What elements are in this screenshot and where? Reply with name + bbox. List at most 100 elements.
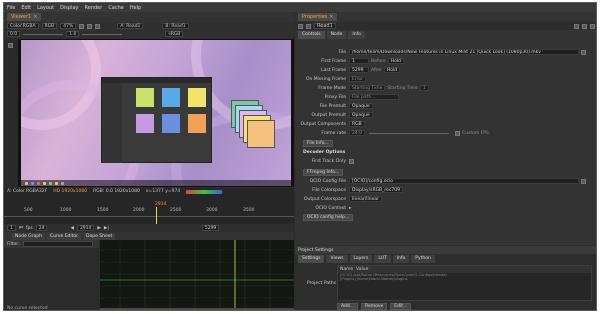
file-info-row: File Info... [295, 139, 596, 147]
viewer-canvas[interactable] [18, 39, 294, 187]
gamma-field[interactable]: 1.0 [66, 31, 80, 37]
input-b-select[interactable]: B: Read1 [162, 23, 189, 29]
frame-rate-field[interactable]: 24.0 [349, 130, 366, 136]
menu-render[interactable]: Render [85, 5, 103, 11]
toolbar-icon[interactable] [8, 43, 13, 48]
ffmpeg-info-row: FFmpeg Info... [295, 168, 596, 176]
colorspace-select[interactable]: RGB [41, 23, 58, 29]
ffmpeg-info-button[interactable]: FFmpeg Info... [303, 168, 344, 176]
tab-python[interactable]: Python [411, 254, 435, 263]
ocio-config-label: OCIO Config File [309, 178, 346, 184]
natron-window: File Edit Layout Display Render Cache He… [3, 2, 597, 311]
menu-file[interactable]: File [7, 5, 15, 11]
frame-mode-select[interactable]: Starting Time [349, 85, 386, 91]
stacked-windows [231, 100, 281, 160]
prev-key-icon[interactable]: ⏮ [19, 225, 23, 231]
tab-lut[interactable]: LUT [374, 254, 391, 263]
before-select[interactable]: Hold [387, 58, 404, 64]
redo-icon[interactable] [582, 23, 587, 29]
output-components-select[interactable]: RGB [349, 121, 365, 127]
close-icon[interactable]: × [329, 14, 333, 20]
gamma-slider[interactable] [82, 33, 123, 35]
zoom-select[interactable]: 47% [60, 23, 77, 29]
filter-input[interactable] [22, 241, 93, 247]
file-premult-row: File Premult Opaque [295, 102, 596, 110]
end-frame-field[interactable]: 5299 [201, 225, 220, 231]
curve-editor-canvas[interactable] [100, 240, 294, 310]
expand-arrow-icon[interactable]: ▸ [349, 206, 351, 211]
starting-time-field[interactable]: 1 [419, 85, 429, 91]
first-track-checkbox[interactable] [349, 158, 354, 164]
proxy-file-field[interactable]: File path... [349, 94, 399, 100]
tab-dope-sheet[interactable]: Dope Sheet [83, 232, 116, 240]
gain-slider[interactable] [23, 33, 64, 35]
menu-cache[interactable]: Cache [108, 5, 124, 11]
curve-filter-pane: Filter: No curve selected [4, 240, 99, 311]
layer-icon[interactable] [79, 23, 85, 29]
folder-icon[interactable] [581, 178, 586, 184]
ocio-help-button[interactable]: OCIO config help... [303, 213, 354, 221]
tab-settings[interactable]: Settings [298, 254, 325, 263]
file-path-field[interactable]: /home/team/Downloads/New Features in Lin… [349, 49, 579, 55]
curve-status: No curve selected [7, 306, 48, 311]
menu-display[interactable]: Display [60, 5, 78, 11]
tab-layers[interactable]: Layers [349, 254, 373, 263]
custom-fps-checkbox[interactable] [455, 130, 461, 136]
frame-rate-slider[interactable] [369, 132, 450, 134]
refresh-icon[interactable] [95, 23, 101, 29]
properties-tab-label: Properties [302, 14, 328, 20]
lut-select[interactable]: sRGB [165, 31, 184, 37]
remove-path-button[interactable]: Remove [361, 303, 388, 310]
edit-path-button[interactable]: Edit... [390, 303, 412, 310]
tab-info[interactable]: Info [348, 30, 365, 39]
current-frame-field[interactable]: 2914 [76, 225, 95, 231]
tab-info[interactable]: Info [392, 254, 410, 263]
next-frame-icon[interactable]: ▶| [104, 226, 109, 231]
undo-icon[interactable] [574, 23, 579, 29]
timeline[interactable]: 2914 500 1000 1500 2000 2500 3000 3500 [4, 202, 294, 224]
tab-node-graph[interactable]: Node Graph [12, 232, 45, 240]
node-name-field[interactable]: Read1 [314, 23, 336, 29]
tab-properties[interactable]: Properties × [298, 13, 338, 21]
play-icon[interactable]: ▶ [97, 226, 100, 231]
project-paths-table[interactable]: Name Value [OCIO] /opt/Natron/Resources/… [337, 265, 592, 301]
file-premult-select[interactable]: Opaque [349, 103, 373, 109]
channel-select[interactable]: Color.RGBA [7, 23, 39, 29]
after-select[interactable]: Hold [383, 67, 401, 73]
ocio-config-field[interactable]: [OCIO]/config.ocio [349, 178, 579, 184]
close-icon[interactable]: × [33, 14, 37, 20]
first-frame-field[interactable]: 1 [349, 58, 369, 64]
fps-field[interactable]: 24 [35, 225, 48, 231]
step-back-icon[interactable]: ◀ [70, 226, 73, 231]
tab-node[interactable]: Node [326, 30, 347, 39]
table-row[interactable]: [Plugins] /home/team/.Natron/plugins [338, 277, 591, 281]
tab-viewer1[interactable]: Viewer1 × [7, 13, 42, 21]
playback-controls: 1 ⏮ fps 24 ◀ 2914 ▶ ▶| 5299 [4, 224, 294, 232]
decoder-options-heading: Decoder Options [303, 149, 346, 155]
playhead[interactable] [156, 207, 157, 224]
file-info-button[interactable]: File Info... [303, 139, 333, 147]
node-icon[interactable] [298, 23, 303, 29]
last-frame-field[interactable]: 5299 [349, 67, 369, 73]
tab-controls[interactable]: Controls [298, 30, 325, 39]
menu-layout[interactable]: Layout [37, 5, 54, 11]
output-premult-select[interactable]: Opaque [349, 112, 373, 118]
viewer-tab-label: Viewer1 [11, 14, 32, 20]
tab-views[interactable]: Views [326, 254, 348, 263]
input-a-select[interactable]: A: Read1 [117, 23, 144, 29]
on-missing-select[interactable]: Error [349, 76, 366, 82]
start-frame-field[interactable]: 1 [7, 225, 16, 231]
file-colorspace-select[interactable]: Display/sRGB_rec709 [349, 187, 403, 193]
center-icon[interactable] [306, 23, 311, 29]
roi-icon[interactable] [87, 23, 93, 29]
menu-help[interactable]: Help [130, 5, 141, 11]
add-path-button[interactable]: Add... [337, 303, 359, 310]
tab-curve-editor[interactable]: Curve Editor [46, 232, 82, 240]
output-colorspace-select[interactable]: linear/linear [349, 196, 382, 202]
gain-field[interactable]: 0.0 [7, 31, 21, 37]
last-frame-label: Last Frame [321, 67, 346, 73]
tick-label: 500 [24, 208, 33, 213]
menu-edit[interactable]: Edit [21, 5, 31, 11]
folder-icon[interactable] [581, 49, 586, 55]
help-icon[interactable] [590, 23, 595, 29]
